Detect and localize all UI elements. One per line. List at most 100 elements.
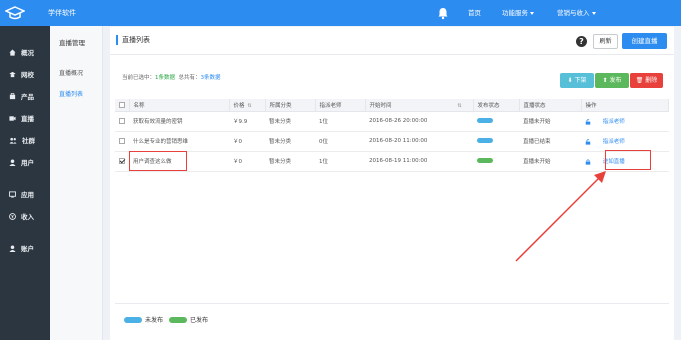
unlock-icon	[585, 118, 591, 125]
nav-features[interactable]: 功能服务	[502, 0, 534, 26]
table-row[interactable]: 什么是专业的营销思维 ￥0 暂未分类 0位 2016-08-20 11:00:0…	[115, 131, 669, 152]
sidebar-item-user[interactable]: 用户	[0, 155, 50, 169]
cell-publish-status	[473, 111, 519, 132]
row-checkbox[interactable]	[119, 157, 125, 164]
legend-divider	[115, 303, 669, 304]
bell-icon[interactable]	[436, 6, 450, 20]
sidebar-item-live[interactable]: 直播	[0, 111, 50, 125]
user-icon	[9, 158, 16, 166]
sidebar-item-label: 账户	[21, 245, 34, 253]
cell-category: 暂未分类	[265, 131, 315, 152]
live-icon	[9, 115, 16, 121]
sidebar-item-label: 概况	[21, 49, 34, 57]
name-highlight-box	[129, 151, 187, 171]
table-row[interactable]: 获取有效流量的密钥 ￥9.9 暂未分类 1位 2016-08-26 20:00:…	[115, 111, 669, 132]
sidebar-item-overview[interactable]: 概况	[0, 45, 50, 59]
sidebar-item-label: 用户	[21, 159, 34, 167]
assign-teacher-link[interactable]: 指派老师	[603, 119, 625, 125]
sidebar-item-label: 收入	[21, 213, 34, 221]
col-teacher: 指派老师	[315, 99, 366, 112]
table-header-row: 名称 价格 ⇅ 所属分类 指派老师 开始时间 ⇅ 发布状态 直播状态 操作	[115, 99, 669, 112]
chevron-down-icon	[591, 11, 596, 15]
row-select-cell[interactable]	[115, 111, 129, 132]
sidebar-item-label: 产品	[21, 93, 34, 101]
graduation-cap-icon	[5, 6, 25, 20]
cell-price: ￥9.9	[229, 111, 265, 132]
nav-marketing[interactable]: 营销与收入	[557, 0, 596, 26]
select-all-cell[interactable]	[115, 99, 130, 112]
trash-icon: 🗑	[635, 77, 644, 84]
row-select-cell[interactable]	[115, 151, 129, 172]
page-title: 直播列表	[122, 36, 150, 44]
chevron-down-icon	[530, 11, 534, 15]
nav-features-label: 功能服务	[502, 9, 528, 17]
row-checkbox[interactable]	[119, 137, 125, 144]
download-icon: ⬇	[567, 77, 573, 84]
sidebar-item-income[interactable]: 收入	[0, 209, 50, 223]
cell-start-time: 2016-08-20 11:00:00	[365, 131, 473, 152]
home-icon	[9, 48, 16, 56]
legend-unpublished: 未发布	[145, 317, 164, 324]
offline-button[interactable]: ⬇ 下架	[560, 73, 594, 88]
status-legend: 未发布 已发布	[124, 315, 208, 324]
col-actions: 操作	[581, 99, 669, 112]
unpublished-swatch	[124, 316, 142, 323]
income-icon	[9, 212, 16, 220]
sidebar-item-label: 网校	[21, 71, 34, 79]
row-select-cell[interactable]	[115, 131, 129, 152]
offline-label: 下架	[574, 77, 587, 84]
cell-start-time: 2016-08-26 20:00:00	[365, 111, 473, 132]
sidebar-item-school[interactable]: 网校	[0, 67, 50, 81]
nav-home[interactable]: 首页	[468, 0, 481, 26]
sidebar-item-account[interactable]: 账户	[0, 241, 50, 255]
community-icon	[9, 137, 17, 144]
refresh-button[interactable]: 刷新	[593, 34, 618, 49]
selected-prefix: 当前已选中：	[122, 75, 156, 81]
subnav-item-live-list[interactable]: 直播列表	[59, 89, 83, 98]
published-swatch	[169, 316, 188, 323]
cell-price: ￥0	[229, 131, 265, 152]
account-icon	[9, 244, 16, 252]
col-start-time-label: 开始时间	[369, 102, 392, 109]
legend-published: 已发布	[190, 317, 209, 324]
sidebar-item-apps[interactable]: 应用	[0, 187, 50, 201]
logo[interactable]	[0, 0, 30, 26]
sidebar-item-product[interactable]: 产品	[0, 89, 50, 103]
sort-icon: ⇅	[247, 102, 252, 109]
delete-button[interactable]: 🗑 删除	[630, 73, 663, 88]
publish-label: 发布	[609, 77, 622, 84]
cell-teacher: 0位	[315, 131, 365, 152]
delete-label: 删除	[645, 77, 658, 84]
create-live-button[interactable]: 创建直播	[622, 33, 667, 49]
annotation-arrow	[515, 171, 606, 262]
help-icon[interactable]: ?	[576, 36, 587, 47]
total-prefix: 总共有：	[178, 75, 201, 81]
cell-name: 什么是专业的营销思维	[129, 131, 229, 152]
sidebar-item-label: 应用	[21, 191, 34, 199]
cell-live-status: 直播已结束	[519, 131, 581, 152]
publish-button[interactable]: ⬆ 发布	[595, 73, 629, 88]
total-count: 3条数据	[200, 75, 221, 81]
assign-teacher-link[interactable]: 指派老师	[603, 139, 625, 145]
status-badge	[477, 138, 493, 143]
unlock-icon	[585, 138, 591, 145]
subnav-item-live-overview[interactable]: 直播概况	[59, 68, 83, 77]
brand-name: 学伴软件	[48, 9, 76, 17]
select-all-checkbox[interactable]	[119, 101, 125, 108]
main-panel: 直播列表 ? 刷新 创建直播 当前已选中：1条数据 总共有：3条数据 ⬇ 下架 …	[110, 27, 674, 340]
sort-icon: ⇅	[457, 102, 462, 109]
apps-icon	[9, 190, 16, 198]
col-price[interactable]: 价格 ⇅	[229, 99, 266, 112]
upload-icon: ⬆	[602, 77, 608, 84]
row-checkbox[interactable]	[119, 117, 125, 124]
col-publish-status: 发布状态	[473, 99, 520, 112]
cell-category: 暂未分类	[265, 111, 315, 132]
cell-actions: 指派老师	[581, 111, 669, 132]
cell-price: ￥0	[229, 151, 265, 172]
selected-count: 1条数据	[155, 75, 176, 81]
cell-category: 暂未分类	[265, 151, 315, 172]
sidebar-item-community[interactable]: 社群	[0, 133, 50, 147]
col-live-status: 直播状态	[519, 99, 582, 112]
col-start-time[interactable]: 开始时间 ⇅	[365, 99, 474, 112]
title-accent-bar	[116, 35, 118, 45]
